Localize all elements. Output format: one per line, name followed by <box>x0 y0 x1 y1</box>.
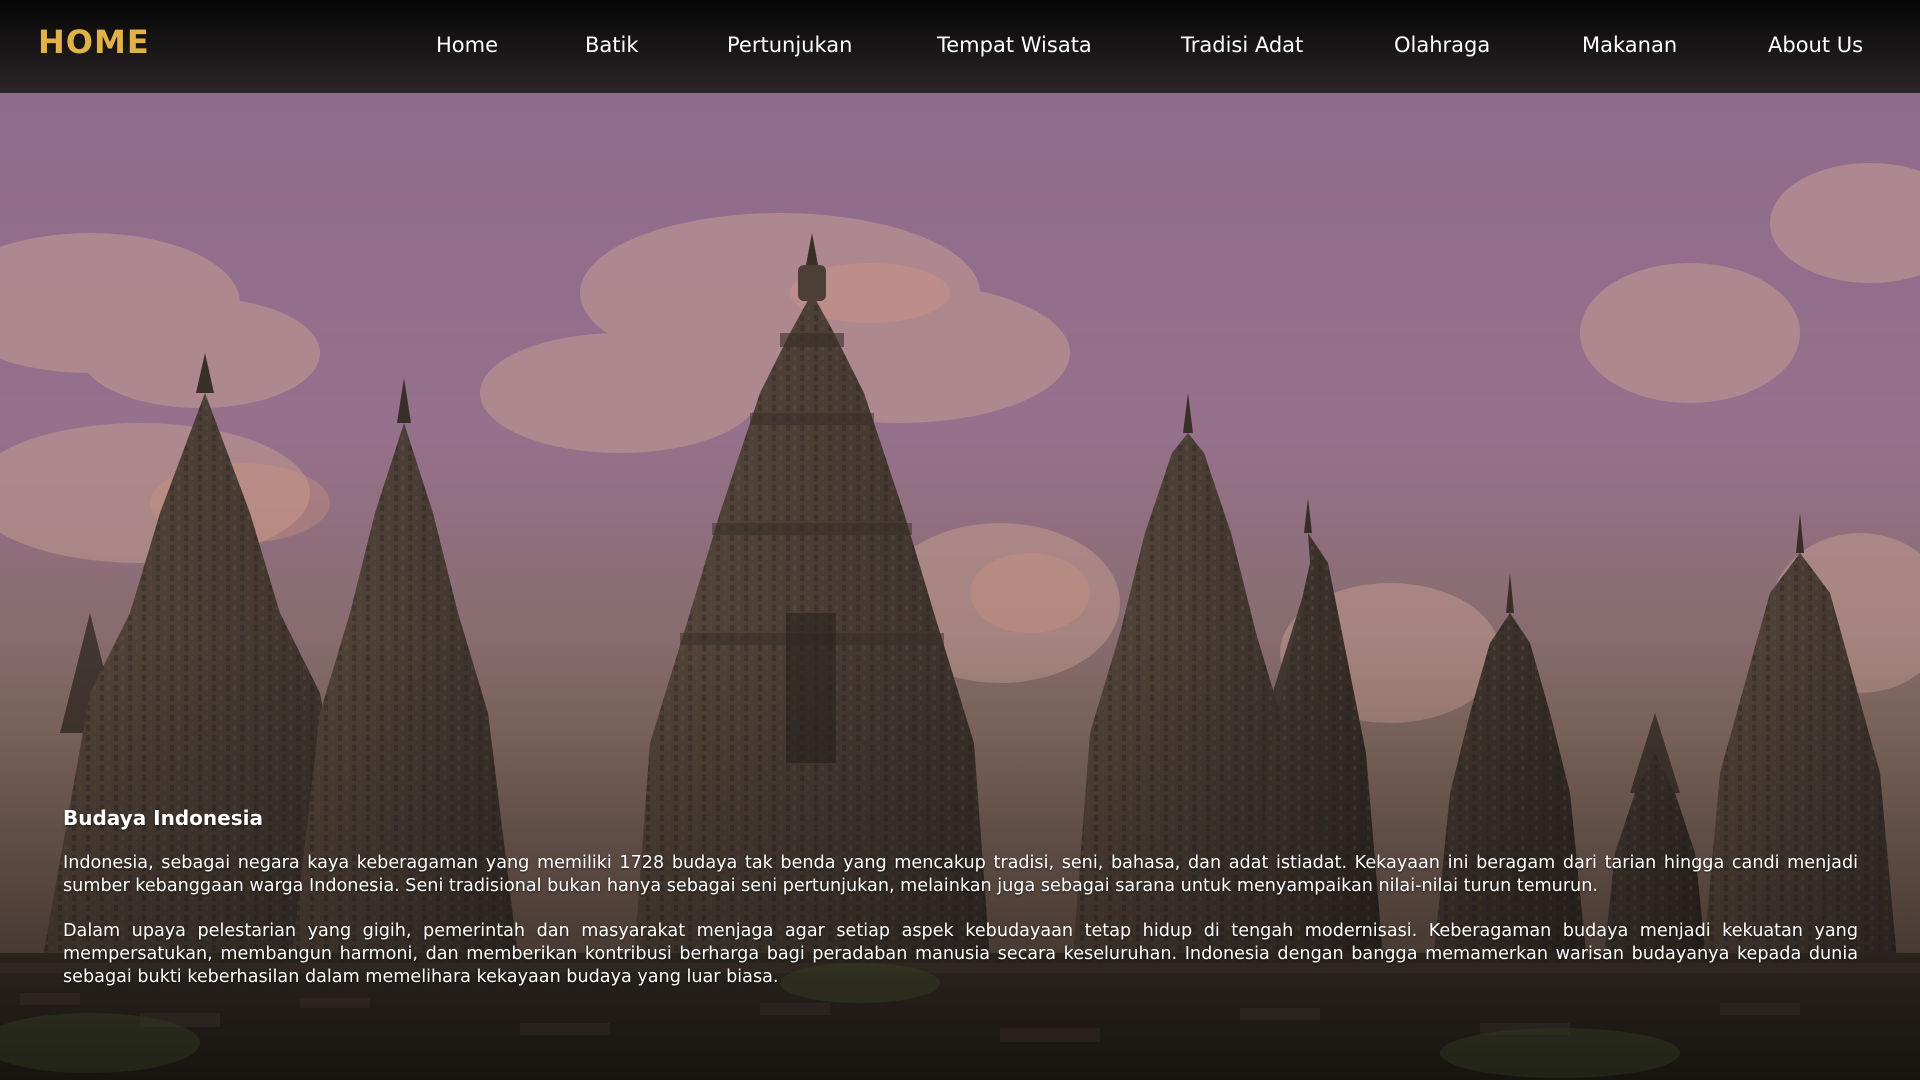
nav-link-about-us[interactable]: About Us <box>1768 33 1863 57</box>
section-title: Budaya Indonesia <box>63 806 263 830</box>
page: HOME Home Batik Pertunjukan Tempat Wisat… <box>0 0 1920 1080</box>
intro-section: Budaya Indonesia Indonesia, sebagai nega… <box>63 806 1858 1011</box>
intro-paragraph: Indonesia, sebagai negara kaya keberagam… <box>63 853 1858 896</box>
nav-link-batik[interactable]: Batik <box>585 33 639 57</box>
nav-link-olahraga[interactable]: Olahraga <box>1394 33 1490 57</box>
navbar: HOME Home Batik Pertunjukan Tempat Wisat… <box>0 0 1920 93</box>
nav-link-makanan[interactable]: Makanan <box>1582 33 1677 57</box>
nav-link-tradisi-adat[interactable]: Tradisi Adat <box>1181 33 1303 57</box>
nav-link-pertunjukan[interactable]: Pertunjukan <box>727 33 852 57</box>
nav-link-tempat-wisata[interactable]: Tempat Wisata <box>937 33 1092 57</box>
intro-paragraph: Dalam upaya pelestarian yang gigih, peme… <box>63 921 1858 987</box>
nav-link-home[interactable]: Home <box>436 33 498 57</box>
brand-logo-link[interactable]: HOME <box>38 23 150 61</box>
